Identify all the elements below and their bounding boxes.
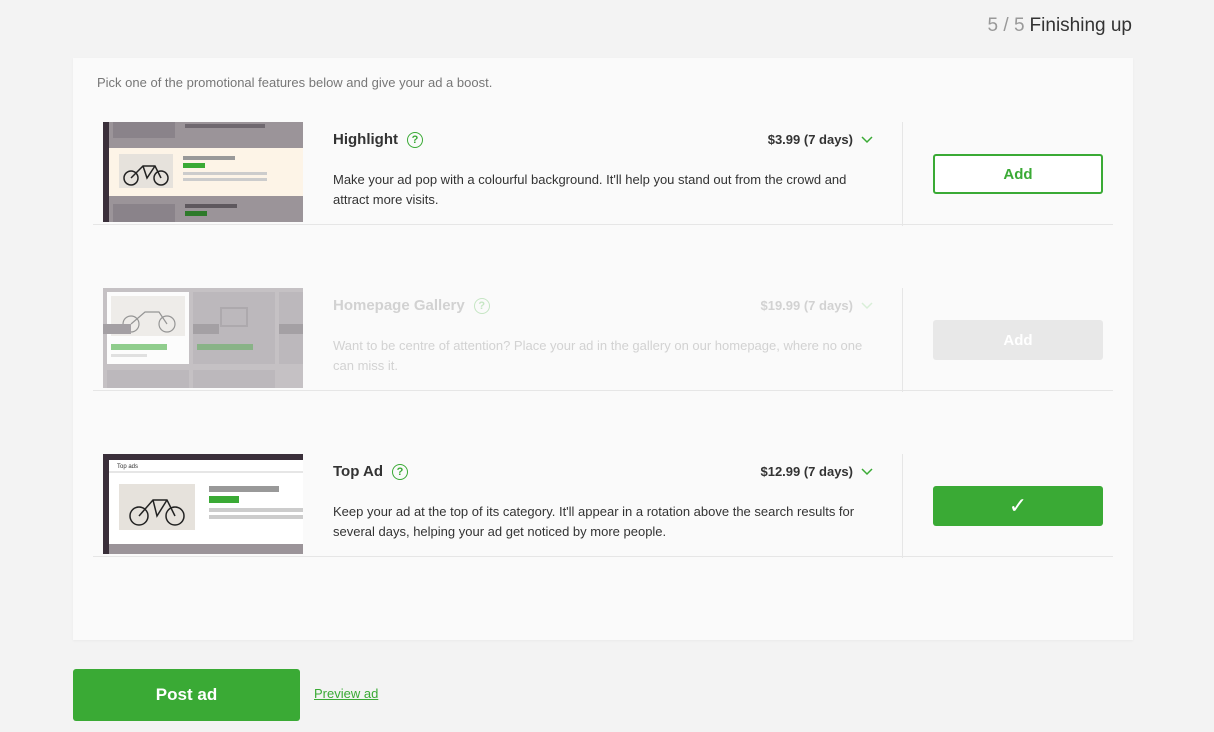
feature-name-homepage-gallery: Homepage Gallery ? bbox=[333, 297, 490, 314]
feature-description-highlight: Make your ad pop with a colourful backgr… bbox=[333, 172, 847, 207]
help-icon[interactable]: ? bbox=[473, 297, 490, 314]
post-ad-button[interactable]: Post ad bbox=[73, 669, 300, 721]
feature-price-highlight[interactable]: $3.99 (7 days) bbox=[768, 132, 873, 147]
step-indicator: 5 / 5 Finishing up bbox=[988, 15, 1132, 37]
help-icon[interactable]: ? bbox=[406, 131, 423, 148]
divider bbox=[902, 454, 903, 558]
feature-price-homepage-gallery: $19.99 (7 days) bbox=[760, 298, 873, 313]
top-ad-preview-image: Top ads bbox=[103, 454, 303, 554]
top-ad-selected-button[interactable]: ✓ bbox=[933, 486, 1103, 526]
add-highlight-button[interactable]: Add bbox=[933, 154, 1103, 194]
feature-name-top-ad: Top Ad ? bbox=[333, 463, 408, 480]
step-progress: 5 / 5 bbox=[987, 15, 1025, 36]
chevron-down-icon bbox=[861, 135, 873, 143]
add-homepage-gallery-button: Add bbox=[933, 320, 1103, 360]
preview-ad-link[interactable]: Preview ad bbox=[314, 686, 378, 701]
gallery-preview-image bbox=[103, 288, 303, 388]
checkmark-icon: ✓ bbox=[1008, 493, 1028, 518]
highlight-preview-image bbox=[103, 122, 303, 222]
feature-highlight: Highlight ? $3.99 (7 days) Make your ad … bbox=[93, 58, 1113, 226]
feature-description-top-ad: Keep your ad at the top of its category.… bbox=[333, 504, 855, 539]
feature-homepage-gallery: Homepage Gallery ? $19.99 (7 days) Want … bbox=[93, 224, 1113, 392]
feature-description-homepage-gallery: Want to be centre of attention? Place yo… bbox=[333, 338, 863, 373]
feature-top-ad: Top ads Top Ad ? $12.99 (7 days) Keep yo… bbox=[93, 390, 1113, 558]
promotions-card: Pick one of the promotional features bel… bbox=[73, 58, 1133, 640]
feature-name-highlight: Highlight ? bbox=[333, 131, 423, 148]
top-ads-label: Top ads bbox=[117, 464, 138, 470]
help-icon[interactable]: ? bbox=[391, 463, 408, 480]
divider bbox=[902, 288, 903, 392]
chevron-down-icon bbox=[861, 467, 873, 475]
divider bbox=[902, 122, 903, 226]
chevron-down-icon bbox=[861, 301, 873, 309]
feature-price-top-ad[interactable]: $12.99 (7 days) bbox=[760, 464, 873, 479]
step-label: Finishing up bbox=[1029, 15, 1132, 36]
